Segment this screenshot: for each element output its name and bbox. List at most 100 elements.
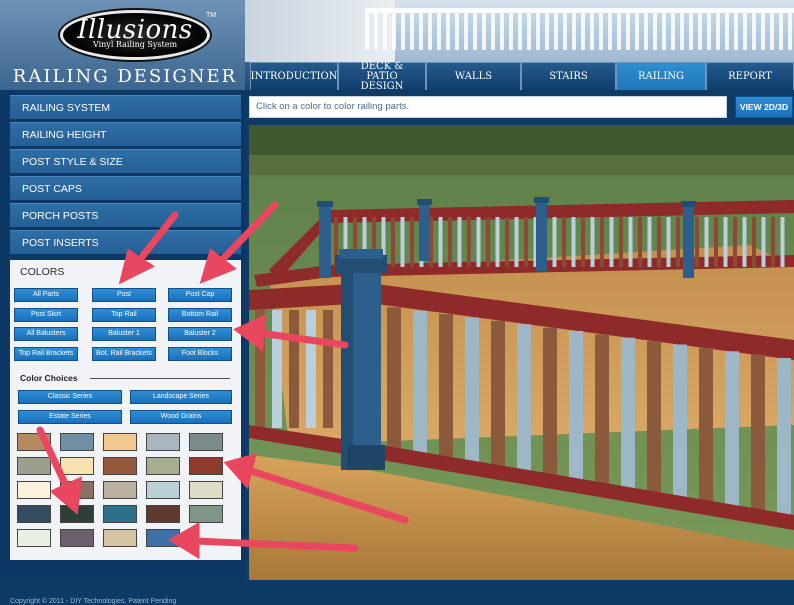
color-swatch[interactable] [60,433,94,451]
color-swatch[interactable] [103,457,137,475]
front-baluster [777,358,791,516]
back-baluster [505,217,509,267]
top-rail-button[interactable]: Top Rail [92,308,156,322]
back-baluster [609,217,614,267]
front-baluster [387,307,401,453]
back-baluster [600,217,604,267]
back-baluster [704,217,709,267]
fence-image [365,10,794,50]
top-rail-brackets-button[interactable]: Top Rail Brackets [14,347,78,361]
sidebar-item-porch-posts[interactable]: PORCH POSTS [10,203,241,227]
color-swatch[interactable] [17,433,51,451]
post-skirt-button[interactable]: Post Skirt [14,308,78,322]
color-swatch[interactable] [189,433,223,451]
tab-report[interactable]: REPORT [706,62,794,90]
post-button[interactable]: Post [92,288,156,302]
landscape-series-button[interactable]: Landscape Series [130,390,232,404]
color-swatch[interactable] [146,481,180,499]
color-swatch[interactable] [146,505,180,523]
back-baluster [562,217,566,267]
front-baluster [491,320,505,470]
back-baluster [581,217,585,267]
color-swatch[interactable] [17,505,51,523]
back-baluster [391,217,395,267]
colors-panel: COLORS All Parts Post Post Cap Post Skir… [10,260,241,560]
front-baluster [543,327,557,478]
all-balusters-button[interactable]: All Balusters [14,327,78,341]
color-swatch[interactable] [60,481,94,499]
baluster-2-button[interactable]: Baluster 2 [168,327,232,341]
color-swatch[interactable] [60,505,94,523]
back-baluster [524,217,528,267]
color-swatch[interactable] [17,529,51,547]
hedge [249,155,794,175]
front-baluster [751,354,765,512]
post-cap-button[interactable]: Post Cap [168,288,232,302]
baluster-1-button[interactable]: Baluster 1 [92,327,156,341]
color-swatch[interactable] [189,481,223,499]
front-baluster [413,310,427,458]
tab-walls[interactable]: WALLS [426,62,521,90]
back-baluster [742,217,747,267]
sidebar-item-railing-height[interactable]: RAILING HEIGHT [10,122,241,146]
color-swatch[interactable] [60,529,94,547]
color-swatch[interactable] [17,481,51,499]
color-swatch[interactable] [189,457,223,475]
back-baluster [457,217,462,267]
front-baluster [439,314,453,462]
tab-deck-patio-design[interactable]: DECK & PATIO DESIGN [338,61,426,91]
color-choices-label: Color Choices [20,373,78,383]
bot-rail-brackets-button[interactable]: Bot. Rail Brackets [92,347,156,361]
illusions-logo: Illusions Vinyl Railing System [60,10,210,60]
all-parts-button[interactable]: All Parts [14,288,78,302]
color-swatch[interactable] [189,505,223,523]
sidebar-item-railing-system[interactable]: RAILING SYSTEM [10,95,241,119]
wood-grains-button[interactable]: Wood Grains [130,410,232,424]
color-swatch[interactable] [103,505,137,523]
logo-area: Illusions Vinyl Railing System TM RAILIN… [0,0,245,90]
railing-3d-viewport[interactable] [249,125,794,580]
tab-railing[interactable]: RAILING [616,62,706,90]
color-swatch[interactable] [103,529,137,547]
estate-series-button[interactable]: Estate Series [18,410,122,424]
back-baluster [714,217,718,267]
front-baluster [465,317,479,466]
color-swatch[interactable] [60,457,94,475]
railing-scene[interactable] [249,125,794,580]
front-baluster [569,331,583,482]
color-swatch[interactable] [146,529,180,547]
tab-introduction[interactable]: INTRODUCTION [250,62,338,90]
back-baluster [761,217,766,267]
foot-blocks-button[interactable]: Foot Blocks [168,347,232,361]
color-swatch[interactable] [146,457,180,475]
front-baluster [255,310,265,428]
back-baluster [695,217,699,267]
back-baluster [448,217,452,267]
bottom-rail-button[interactable]: Bottom Rail [168,308,232,322]
color-swatch[interactable] [146,433,180,451]
back-baluster [590,217,595,267]
color-swatch[interactable] [103,433,137,451]
back-baluster [771,217,775,267]
sidebar-item-post-style-size[interactable]: POST STYLE & SIZE [10,149,241,173]
tab-stairs[interactable]: STAIRS [521,62,616,90]
sidebar-item-post-inserts[interactable]: POST INSERTS [10,230,241,254]
front-baluster [272,310,282,428]
back-baluster [400,217,405,267]
back-baluster [628,217,633,267]
instruction-bar: Click on a color to color railing parts. [249,96,727,118]
classic-series-button[interactable]: Classic Series [18,390,122,404]
back-baluster [619,217,623,267]
logo-trademark: TM [206,12,217,19]
color-swatch[interactable] [103,481,137,499]
back-baluster [438,217,443,267]
back-baluster [780,217,785,267]
front-post [335,249,387,470]
back-baluster [495,217,500,267]
color-swatch[interactable] [17,457,51,475]
color-choices-divider [90,378,230,379]
sidebar-item-post-caps[interactable]: POST CAPS [10,176,241,200]
view-2d-3d-button[interactable]: VIEW 2D/3D [735,96,793,118]
copyright-text: Copyright © 2011 - DIY Technologies. Pat… [10,598,177,605]
front-baluster [673,344,687,499]
